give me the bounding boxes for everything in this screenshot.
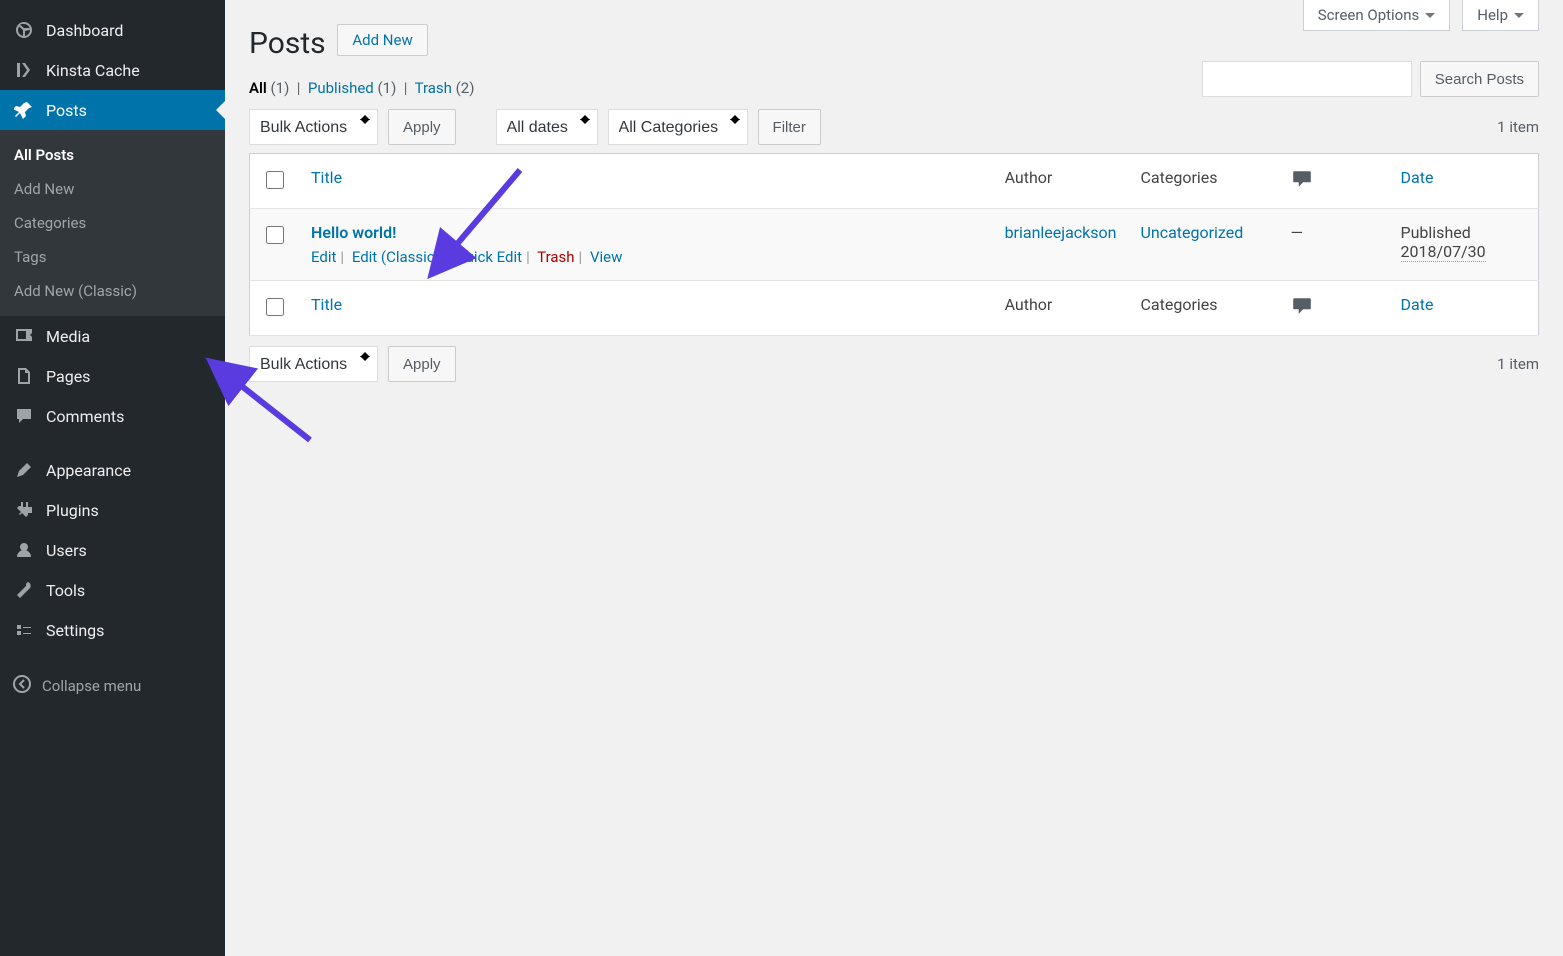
col-title[interactable]: Title — [311, 168, 342, 187]
action-quick-edit[interactable]: Quick Edit — [455, 248, 522, 266]
bulk-actions-select-bottom[interactable]: Bulk Actions — [249, 346, 378, 382]
collapse-label: Collapse menu — [42, 677, 141, 695]
page-title: Posts — [249, 26, 326, 61]
sidebar-submenu: All Posts Add New Categories Tags Add Ne… — [0, 130, 225, 316]
main-content: Screen Options Help Posts Add New All (1… — [225, 0, 1563, 956]
sidebar-item-label: Settings — [46, 621, 104, 640]
col-date-bottom[interactable]: Date — [1401, 295, 1434, 314]
comments-cell: — — [1279, 209, 1389, 281]
settings-icon — [12, 620, 36, 640]
admin-sidebar: Dashboard Kinsta Cache Posts All Posts A… — [0, 0, 225, 956]
filter-all[interactable]: All — [249, 79, 267, 97]
filter-trash[interactable]: Trash — [415, 79, 452, 97]
apply-button-bottom[interactable]: Apply — [388, 346, 456, 382]
screen-options-label: Screen Options — [1318, 6, 1420, 24]
author-link[interactable]: brianleejackson — [1005, 223, 1117, 242]
sidebar-item-posts[interactable]: Posts — [0, 90, 225, 130]
sidebar-item-settings[interactable]: Settings — [0, 610, 225, 650]
comment-icon — [1291, 168, 1313, 190]
submenu-categories[interactable]: Categories — [0, 206, 225, 240]
add-new-button[interactable]: Add New — [337, 24, 427, 56]
dates-select[interactable]: All dates — [496, 109, 598, 145]
comments-icon — [12, 406, 36, 426]
sidebar-item-label: Dashboard — [46, 21, 123, 40]
col-author: Author — [993, 154, 1129, 209]
comment-icon — [1291, 295, 1313, 317]
item-count: 1 item — [1497, 118, 1539, 136]
col-comments-bottom — [1279, 281, 1389, 336]
submenu-add-new[interactable]: Add New — [0, 172, 225, 206]
sidebar-item-dashboard[interactable]: Dashboard — [0, 10, 225, 50]
submenu-add-new-classic[interactable]: Add New (Classic) — [0, 274, 225, 308]
pin-icon — [12, 100, 36, 120]
kinsta-icon — [12, 60, 36, 80]
media-icon — [12, 326, 36, 346]
triangle-down-icon — [1425, 13, 1435, 23]
date-stamp: 2018/07/30 — [1401, 242, 1486, 262]
collapse-menu[interactable]: Collapse menu — [0, 664, 225, 708]
post-title-link[interactable]: Hello world! — [311, 223, 396, 242]
sidebar-item-label: Plugins — [46, 501, 99, 520]
action-trash[interactable]: Trash — [537, 248, 574, 266]
sidebar-item-label: Media — [46, 327, 90, 346]
col-date[interactable]: Date — [1401, 168, 1434, 187]
tools-icon — [12, 580, 36, 600]
sidebar-item-label: Users — [46, 541, 87, 560]
col-comments — [1279, 154, 1389, 209]
sidebar-item-plugins[interactable]: Plugins — [0, 490, 225, 530]
submenu-tags[interactable]: Tags — [0, 240, 225, 274]
search-button[interactable]: Search Posts — [1420, 61, 1539, 97]
collapse-icon — [12, 674, 32, 698]
users-icon — [12, 540, 36, 560]
sidebar-item-label: Kinsta Cache — [46, 61, 140, 80]
col-categories: Categories — [1129, 154, 1279, 209]
appearance-icon — [12, 460, 36, 480]
sidebar-item-tools[interactable]: Tools — [0, 570, 225, 610]
page-icon — [12, 366, 36, 386]
sidebar-item-pages[interactable]: Pages — [0, 356, 225, 396]
bulk-actions-select[interactable]: Bulk Actions — [249, 109, 378, 145]
categories-select[interactable]: All Categories — [608, 109, 748, 145]
category-link[interactable]: Uncategorized — [1141, 223, 1244, 242]
help-label: Help — [1477, 6, 1508, 24]
triangle-down-icon — [1514, 13, 1524, 23]
action-view[interactable]: View — [590, 248, 622, 266]
row-actions: Edit| Edit (Classic)| Quick Edit| Trash|… — [311, 248, 981, 266]
sidebar-item-kinsta-cache[interactable]: Kinsta Cache — [0, 50, 225, 90]
sidebar-item-comments[interactable]: Comments — [0, 396, 225, 436]
sidebar-item-label: Comments — [46, 407, 124, 426]
select-all-checkbox-bottom[interactable] — [266, 298, 284, 316]
action-edit-classic[interactable]: Edit (Classic) — [352, 248, 440, 266]
apply-button[interactable]: Apply — [388, 109, 456, 145]
sidebar-item-label: Pages — [46, 367, 90, 386]
filter-all-count: (1) — [271, 79, 290, 97]
col-categories-bottom: Categories — [1129, 281, 1279, 336]
search-input[interactable] — [1202, 61, 1412, 97]
col-title-bottom[interactable]: Title — [311, 295, 342, 314]
sidebar-item-label: Appearance — [46, 461, 131, 480]
action-edit[interactable]: Edit — [311, 248, 336, 266]
sidebar-item-appearance[interactable]: Appearance — [0, 450, 225, 490]
submenu-all-posts[interactable]: All Posts — [0, 138, 225, 172]
table-row: Hello world! Edit| Edit (Classic)| Quick… — [250, 209, 1539, 281]
sidebar-item-label: Posts — [46, 101, 87, 120]
sidebar-item-media[interactable]: Media — [0, 316, 225, 356]
row-checkbox[interactable] — [266, 226, 284, 244]
filter-published[interactable]: Published — [308, 79, 374, 97]
select-all-checkbox[interactable] — [266, 171, 284, 189]
screen-options-tab[interactable]: Screen Options — [1303, 0, 1451, 31]
sidebar-item-users[interactable]: Users — [0, 530, 225, 570]
filter-published-count: (1) — [378, 79, 397, 97]
plugin-icon — [12, 500, 36, 520]
date-status: Published — [1401, 223, 1527, 242]
sidebar-item-label: Tools — [46, 581, 85, 600]
col-author-bottom: Author — [993, 281, 1129, 336]
dashboard-icon — [12, 20, 36, 40]
posts-table: Title Author Categories Date Hello world… — [249, 153, 1539, 336]
filter-button[interactable]: Filter — [758, 109, 821, 145]
filter-trash-count: (2) — [456, 79, 475, 97]
item-count-bottom: 1 item — [1497, 355, 1539, 373]
help-tab[interactable]: Help — [1462, 0, 1539, 31]
